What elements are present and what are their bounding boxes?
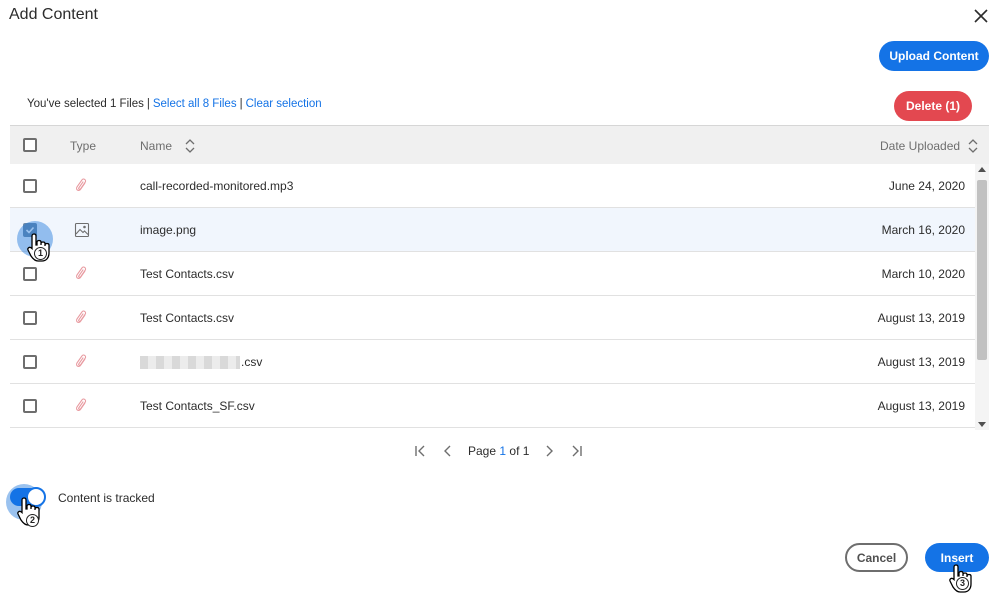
content-tracked-label: Content is tracked — [58, 491, 155, 505]
row-checkbox[interactable] — [23, 355, 37, 369]
date-uploaded: March 16, 2020 — [881, 223, 965, 237]
file-name-text: call-recorded-monitored.mp3 — [140, 179, 294, 193]
last-page-button[interactable] — [567, 441, 587, 461]
table-row[interactable]: Test Contacts.csv March 10, 2020 — [10, 252, 975, 296]
cancel-button[interactable]: Cancel — [845, 543, 908, 572]
paperclip-icon — [74, 354, 90, 370]
select-all-checkbox[interactable] — [23, 138, 37, 152]
file-name[interactable]: Test Contacts.csv — [140, 267, 234, 281]
chevron-right-icon — [546, 445, 554, 457]
file-name[interactable]: .csv — [140, 355, 263, 370]
current-page: 1 — [499, 444, 507, 458]
table-row[interactable]: .csv August 13, 2019 — [10, 340, 975, 384]
file-name[interactable]: call-recorded-monitored.mp3 — [140, 179, 293, 193]
divider: | — [146, 98, 150, 110]
selection-bar: You've selected 1 Files | Select all 8 F… — [27, 98, 322, 110]
scroll-thumb[interactable] — [977, 180, 987, 360]
date-uploaded: March 10, 2020 — [881, 267, 965, 281]
next-page-button[interactable] — [539, 441, 559, 461]
delete-button[interactable]: Delete (1) — [894, 91, 972, 121]
paperclip-icon — [74, 178, 90, 194]
scroll-down-arrow-icon[interactable] — [978, 422, 986, 427]
file-name-text: Test Contacts.csv — [140, 267, 235, 281]
file-name-text: Test Contacts.csv — [140, 311, 235, 325]
pagination: Page 1 of 1 — [410, 441, 587, 461]
scroll-up-arrow-icon[interactable] — [978, 167, 986, 172]
row-checkbox[interactable] — [23, 179, 37, 193]
row-checkbox[interactable] — [23, 267, 37, 281]
sort-icon[interactable] — [185, 138, 195, 154]
last-page-icon — [572, 445, 583, 457]
date-uploaded: August 13, 2019 — [877, 311, 965, 325]
column-header-type: Type — [70, 139, 97, 153]
table-row[interactable]: Test Contacts.csv August 13, 2019 — [10, 296, 975, 340]
column-header-name[interactable]: Name — [140, 139, 172, 153]
file-name[interactable]: Test Contacts.csv — [140, 311, 234, 325]
table-header: Type Name Date Uploaded — [10, 125, 989, 164]
sort-icon[interactable] — [968, 138, 978, 154]
date-uploaded: August 13, 2019 — [877, 399, 965, 413]
paperclip-icon — [74, 266, 90, 282]
table-row[interactable]: call-recorded-monitored.mp3 June 24, 2020 — [10, 164, 975, 208]
paperclip-icon — [74, 310, 90, 326]
close-icon — [974, 9, 988, 23]
paperclip-icon — [74, 398, 90, 414]
close-button[interactable] — [970, 5, 992, 27]
date-uploaded: June 24, 2020 — [888, 179, 965, 193]
selection-summary: You've selected 1 Files — [27, 98, 144, 110]
page-indicator: Page 1 of 1 — [468, 444, 529, 458]
redacted-text — [140, 356, 240, 370]
previous-page-button[interactable] — [438, 441, 458, 461]
table-scrollbar[interactable] — [975, 164, 989, 430]
chevron-left-icon — [444, 445, 451, 457]
step-badge-2: 2 — [26, 514, 39, 527]
of-label: of — [509, 444, 520, 458]
file-name[interactable]: Test Contacts_SF.csv — [140, 399, 255, 413]
first-page-icon — [415, 445, 425, 457]
image-icon — [74, 222, 90, 238]
divider: | — [239, 98, 243, 110]
row-checkbox[interactable] — [23, 311, 37, 325]
dialog-title: Add Content — [9, 6, 98, 23]
first-page-button[interactable] — [410, 441, 430, 461]
file-name[interactable]: image.png — [140, 223, 196, 237]
table-row[interactable]: image.png March 16, 2020 — [10, 208, 975, 252]
file-name-text: .csv — [241, 355, 263, 369]
content-table: Type Name Date Uploaded call-recorded-mo… — [10, 125, 989, 430]
date-uploaded: August 13, 2019 — [877, 355, 965, 369]
select-all-link[interactable]: Select all 8 Files — [153, 98, 237, 110]
upload-content-button[interactable]: Upload Content — [879, 41, 989, 71]
step-badge-3: 3 — [956, 577, 969, 590]
file-name-text: image.png — [140, 223, 197, 237]
row-checkbox[interactable] — [23, 399, 37, 413]
column-header-date-uploaded[interactable]: Date Uploaded — [880, 139, 960, 153]
file-name-text: Test Contacts_SF.csv — [140, 399, 255, 413]
table-row[interactable]: Test Contacts_SF.csv August 13, 2019 — [10, 384, 975, 428]
clear-selection-link[interactable]: Clear selection — [246, 98, 322, 110]
step-badge-1: 1 — [34, 247, 47, 260]
page-label: Page — [468, 444, 497, 458]
total-pages: 1 — [522, 444, 530, 458]
